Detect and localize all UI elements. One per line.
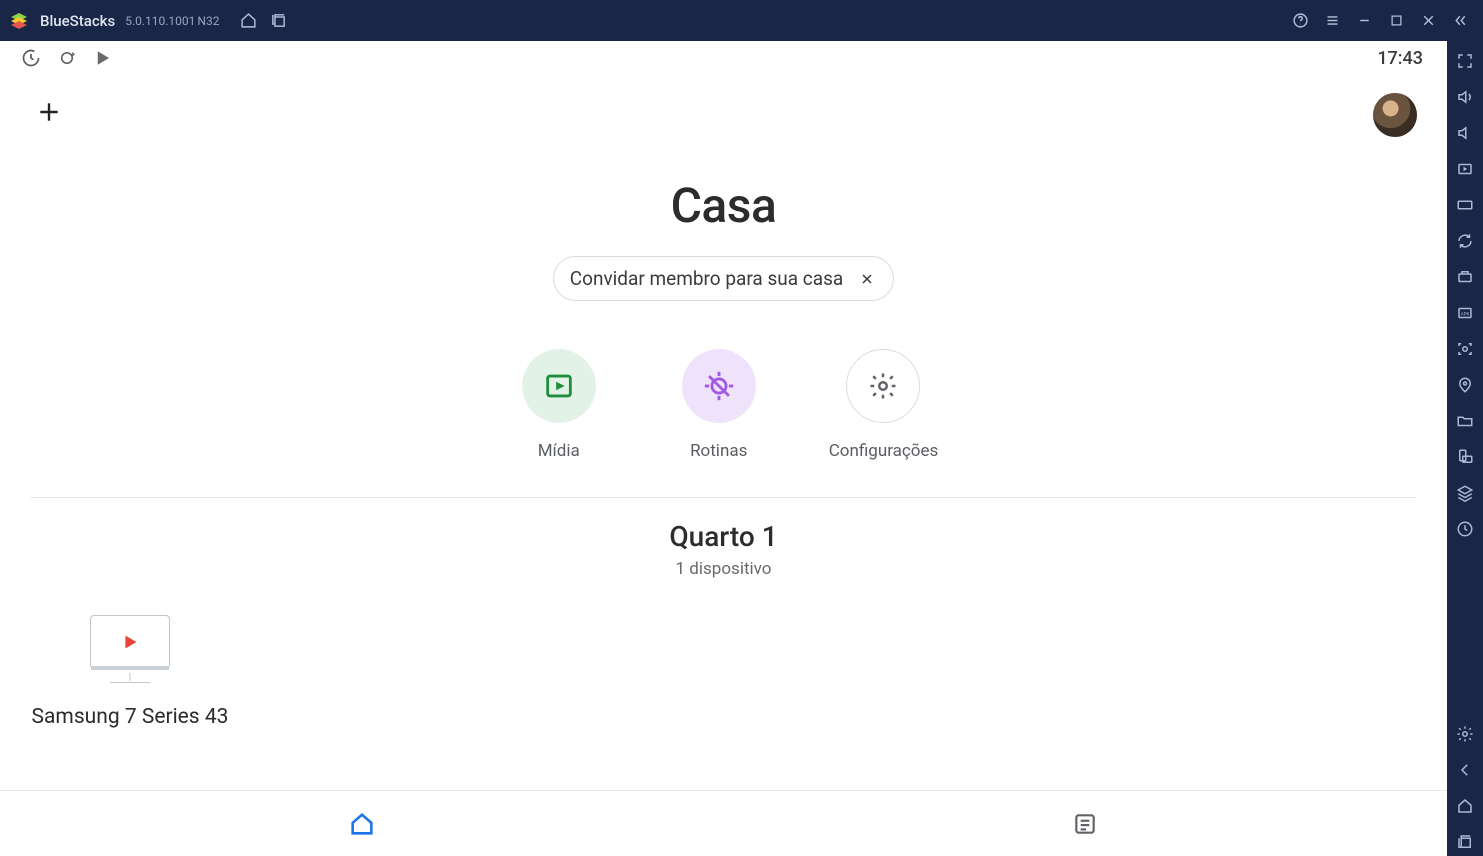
home-hero: Casa Convidar membro para sua casa <box>0 137 1447 319</box>
multi-instance-icon[interactable] <box>263 6 293 36</box>
invite-member-chip[interactable]: Convidar membro para sua casa <box>553 256 894 301</box>
bottom-nav <box>0 790 1447 856</box>
tv-icon <box>90 615 170 669</box>
clock: 17:43 <box>1377 48 1429 69</box>
android-home-icon[interactable] <box>1451 792 1479 820</box>
quick-media[interactable]: Mídia <box>509 349 609 461</box>
bluestacks-logo-icon <box>8 10 30 32</box>
volume-down-icon[interactable] <box>1451 119 1479 147</box>
help-icon[interactable] <box>1285 6 1315 36</box>
history-icon[interactable] <box>1451 515 1479 543</box>
menu-icon[interactable] <box>1317 6 1347 36</box>
keyboard-icon[interactable] <box>1451 191 1479 219</box>
app-version-suffix: N32 <box>197 14 219 28</box>
macro-icon[interactable] <box>1451 263 1479 291</box>
settings-icon <box>846 349 920 423</box>
quick-media-label: Mídia <box>538 441 580 461</box>
quick-actions-row: Mídia Rotinas Configurações <box>0 319 1447 497</box>
home-icon[interactable] <box>233 6 263 36</box>
nav-feed-button[interactable] <box>724 791 1448 856</box>
overview-icon[interactable] <box>1451 828 1479 856</box>
minimize-icon[interactable] <box>1349 6 1379 36</box>
layers-icon[interactable] <box>1451 479 1479 507</box>
invite-member-label: Convidar membro para sua casa <box>570 267 843 290</box>
screenshot-icon[interactable] <box>1451 335 1479 363</box>
close-icon[interactable] <box>1413 6 1443 36</box>
recent-apps-icon[interactable] <box>18 45 44 71</box>
maximize-icon[interactable] <box>1381 6 1411 36</box>
title-bar: BlueStacks 5.0.110.1001 N32 <box>0 0 1483 41</box>
rotate-icon[interactable] <box>54 45 80 71</box>
device-card[interactable]: Samsung 7 Series 43 <box>30 615 230 729</box>
routines-icon <box>682 349 756 423</box>
device-grid: Samsung 7 Series 43 <box>0 587 1447 757</box>
sync-icon[interactable] <box>1451 227 1479 255</box>
android-status-bar: 17:43 <box>0 41 1447 75</box>
svg-text:APK: APK <box>1461 311 1470 317</box>
play-store-icon[interactable] <box>90 45 116 71</box>
sidebar-settings-icon[interactable] <box>1451 720 1479 748</box>
nav-home-button[interactable] <box>0 791 724 856</box>
volume-up-icon[interactable] <box>1451 83 1479 111</box>
dismiss-chip-icon[interactable] <box>857 269 877 289</box>
device-name: Samsung 7 Series 43 <box>30 705 230 729</box>
quick-routines-label: Rotinas <box>690 441 747 461</box>
profile-avatar[interactable] <box>1373 93 1417 137</box>
quick-routines[interactable]: Rotinas <box>669 349 769 461</box>
rotate-device-icon[interactable] <box>1451 443 1479 471</box>
quick-settings-label: Configurações <box>829 441 939 461</box>
bluestacks-sidebar: APK <box>1447 41 1483 856</box>
app-name: BlueStacks <box>40 12 115 30</box>
home-title: Casa <box>0 177 1447 234</box>
folder-icon[interactable] <box>1451 407 1479 435</box>
app-version: 5.0.110.1001 <box>125 14 195 28</box>
app-header <box>0 75 1447 137</box>
collapse-sidebar-icon[interactable] <box>1445 6 1475 36</box>
fullscreen-icon[interactable] <box>1451 47 1479 75</box>
media-icon <box>522 349 596 423</box>
quick-settings[interactable]: Configurações <box>829 349 939 461</box>
apk-icon[interactable]: APK <box>1451 299 1479 327</box>
back-icon[interactable] <box>1451 756 1479 784</box>
add-button[interactable] <box>30 93 68 131</box>
room-subtitle: 1 dispositivo <box>0 559 1447 579</box>
room-header: Quarto 1 1 dispositivo <box>0 498 1447 587</box>
location-icon[interactable] <box>1451 371 1479 399</box>
record-icon[interactable] <box>1451 155 1479 183</box>
room-title: Quarto 1 <box>0 520 1447 553</box>
